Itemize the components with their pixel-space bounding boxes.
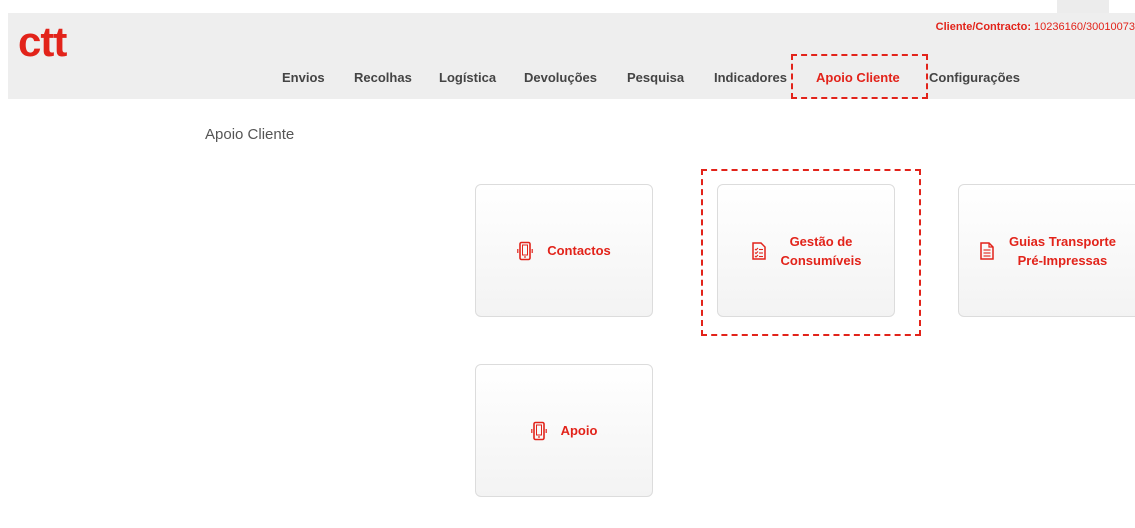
nav-indicadores[interactable]: Indicadores bbox=[714, 70, 787, 85]
nav-pesquisa[interactable]: Pesquisa bbox=[627, 70, 684, 85]
header: ctt Cliente/Contracto: 10236160/30010073… bbox=[8, 13, 1135, 99]
card-guias-transporte[interactable]: Guias Transporte Pré-Impressas bbox=[958, 184, 1135, 317]
nav-envios[interactable]: Envios bbox=[282, 70, 325, 85]
card-apoio-line1: Apoio bbox=[560, 423, 598, 438]
ctt-logo[interactable]: ctt bbox=[18, 15, 67, 69]
card-apoio-label: Apoio bbox=[561, 421, 598, 440]
card-gestao-line1: Gestão de bbox=[789, 233, 853, 249]
card-contactos-line1: Contactos bbox=[547, 243, 611, 258]
nav-devolucoes[interactable]: Devoluções bbox=[524, 70, 597, 85]
page-title: Apoio Cliente bbox=[205, 126, 295, 143]
card-gestao-label: Gestão de Consumíveis bbox=[781, 232, 862, 270]
top-corner-strip bbox=[1057, 0, 1109, 13]
mobile-phone-icon bbox=[530, 421, 547, 441]
card-guias-line1: Guias Transporte bbox=[1009, 233, 1116, 249]
checklist-icon bbox=[751, 241, 767, 261]
client-info: Cliente/Contracto: 10236160/30010073 bbox=[936, 21, 1135, 33]
card-gestao-consumiveis[interactable]: Gestão de Consumíveis bbox=[717, 184, 895, 317]
card-apoio[interactable]: Apoio bbox=[475, 364, 653, 497]
card-guias-line2: Pré-Impressas bbox=[1017, 252, 1108, 268]
client-label: Cliente/Contracto: bbox=[935, 21, 1031, 33]
nav-logistica[interactable]: Logística bbox=[439, 70, 496, 85]
card-gestao-line2: Consumíveis bbox=[780, 252, 862, 268]
nav-recolhas[interactable]: Recolhas bbox=[354, 70, 412, 85]
document-icon bbox=[979, 241, 995, 261]
card-guias-label: Guias Transporte Pré-Impressas bbox=[1009, 232, 1116, 270]
card-contactos-label: Contactos bbox=[547, 241, 611, 260]
client-value: 10236160/30010073 bbox=[1034, 21, 1135, 33]
nav-configuracoes[interactable]: Configurações bbox=[929, 70, 1020, 85]
card-contactos[interactable]: Contactos bbox=[475, 184, 653, 317]
nav-apoio-cliente[interactable]: Apoio Cliente bbox=[816, 70, 900, 85]
mobile-phone-icon bbox=[517, 241, 534, 261]
